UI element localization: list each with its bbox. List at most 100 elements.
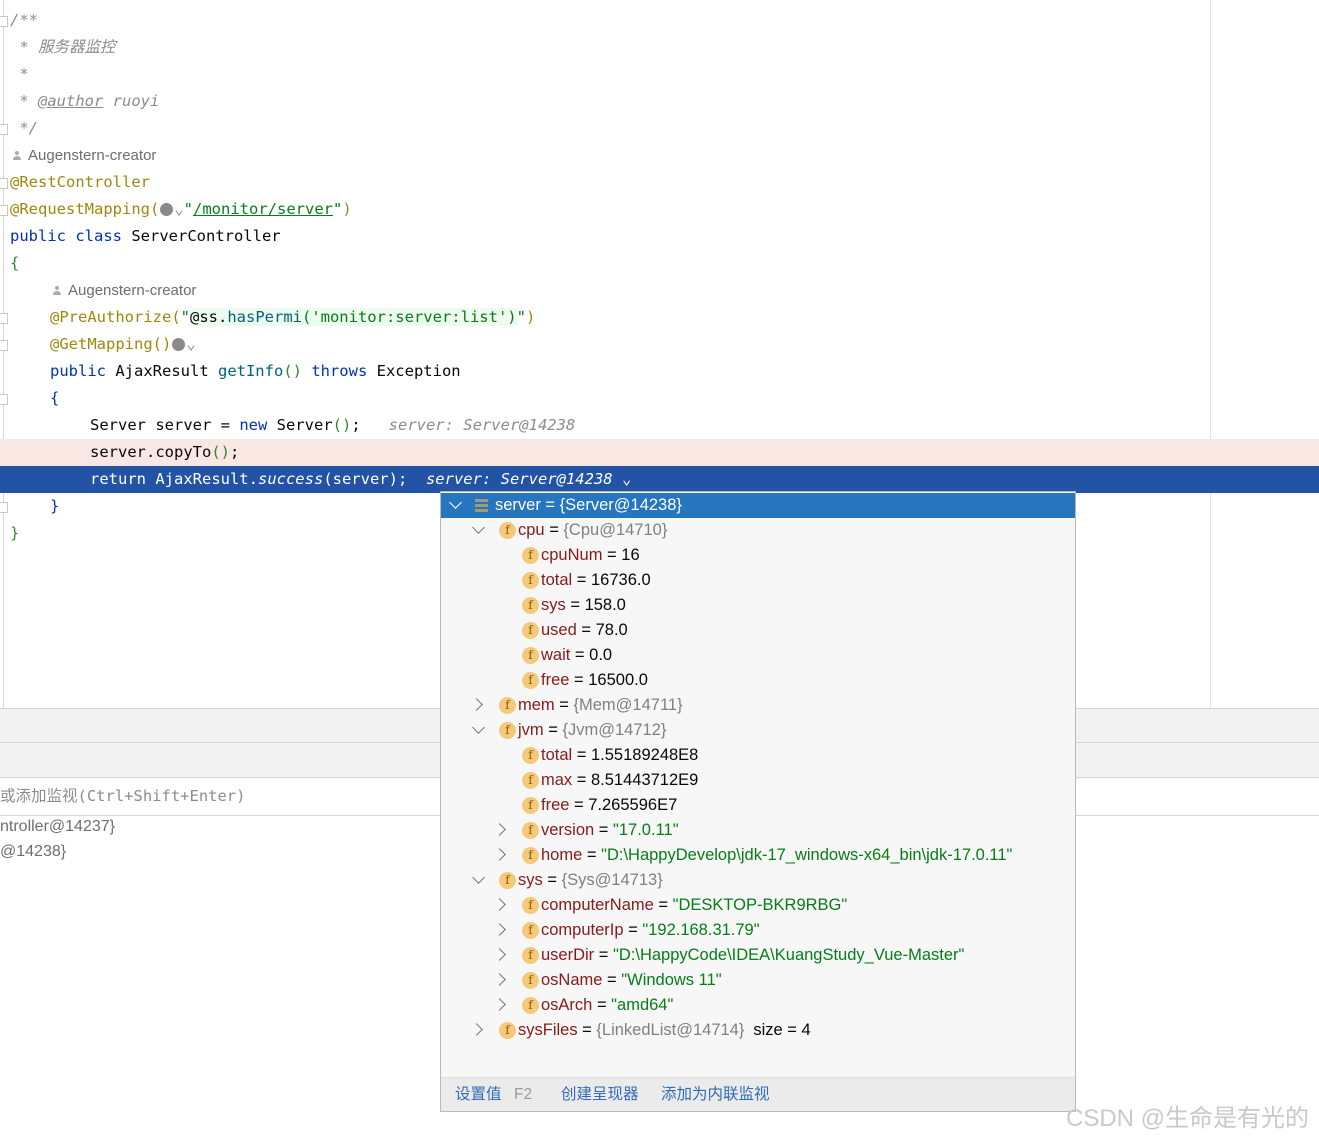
tree-node-server[interactable]: server = {Server@14238} bbox=[441, 493, 1075, 518]
fold-marker-icon[interactable] bbox=[0, 502, 8, 513]
fold-marker-icon[interactable] bbox=[0, 178, 8, 189]
code-line[interactable]: @PreAuthorize("@ss.hasPermi('monitor:ser… bbox=[0, 304, 1319, 331]
code-token: ruoyi bbox=[103, 92, 160, 110]
tree-node-sys[interactable]: f sys = {Sys@14713} bbox=[441, 868, 1075, 893]
tree-node-used[interactable]: f used = 78.0 bbox=[441, 618, 1075, 643]
chevron-down-icon[interactable] bbox=[472, 521, 485, 534]
code-line[interactable]: { bbox=[0, 250, 1319, 277]
chevron-down-icon[interactable]: ⌄ bbox=[174, 200, 183, 218]
chevron-right-icon[interactable] bbox=[493, 823, 506, 836]
chevron-right-icon[interactable] bbox=[493, 898, 506, 911]
variable-row[interactable]: @14238} bbox=[0, 843, 66, 861]
tree-node-sysFiles[interactable]: f sysFiles = {LinkedList@14714} size = 4 bbox=[441, 1018, 1075, 1043]
code-token: " bbox=[332, 200, 343, 218]
code-line[interactable]: */ bbox=[0, 115, 1319, 142]
inline-debug-value: server: Server@14238 bbox=[407, 470, 613, 488]
tree-node-userDir[interactable]: f userDir = "D:\HappyCode\IDEA\KuangStudy… bbox=[441, 943, 1075, 968]
field-icon: f bbox=[522, 847, 539, 864]
fold-marker-icon[interactable] bbox=[0, 16, 8, 27]
code-token: Server bbox=[276, 416, 333, 434]
author-name: Augenstern-creator bbox=[68, 282, 197, 299]
chevron-down-icon[interactable]: ⌄ bbox=[186, 335, 195, 353]
field-icon: f bbox=[522, 822, 539, 839]
code-token: " bbox=[180, 308, 190, 326]
fold-marker-icon[interactable] bbox=[0, 124, 8, 135]
tree-node-computerIp[interactable]: f computerIp = "192.168.31.79" bbox=[441, 918, 1075, 943]
add-inline-watch-link[interactable]: 添加为内联监视 bbox=[661, 1078, 770, 1111]
code-line-current-execution[interactable]: return AjaxResult.success(server); serve… bbox=[0, 466, 1319, 493]
code-line[interactable]: * 服务器监控 bbox=[0, 34, 1319, 61]
field-value: 16500.0 bbox=[588, 671, 648, 689]
chevron-right-icon[interactable] bbox=[493, 923, 506, 936]
fold-marker-icon[interactable] bbox=[0, 340, 8, 351]
code-line[interactable]: * bbox=[0, 61, 1319, 88]
field-name: cpuNum bbox=[541, 546, 603, 564]
tree-node-computerName[interactable]: f computerName = "DESKTOP-BKR9RBG" bbox=[441, 893, 1075, 918]
code-line[interactable]: Server server = new Server(); server: Se… bbox=[0, 412, 1319, 439]
code-line-breakpoint[interactable]: server.copyTo(); bbox=[0, 439, 1319, 466]
chevron-right-icon[interactable] bbox=[493, 848, 506, 861]
field-name: osName bbox=[541, 971, 603, 989]
fold-marker-icon[interactable] bbox=[0, 394, 8, 405]
tree-node-osArch[interactable]: f osArch = "amd64" bbox=[441, 993, 1075, 1018]
code-line[interactable]: public class ServerController bbox=[0, 223, 1319, 250]
code-token: return AjaxResult. bbox=[90, 470, 258, 488]
code-token: } bbox=[10, 524, 20, 542]
code-line[interactable]: @GetMapping() ⌄ bbox=[0, 331, 1319, 358]
create-renderer-link[interactable]: 创建呈现器 bbox=[561, 1078, 639, 1111]
tree-node-max[interactable]: f max = 8.51443712E9 bbox=[441, 768, 1075, 793]
code-line[interactable]: * @author ruoyi bbox=[0, 88, 1319, 115]
globe-icon[interactable] bbox=[160, 203, 174, 216]
person-icon bbox=[52, 286, 62, 296]
chevron-down-icon[interactable] bbox=[449, 496, 462, 509]
field-icon: f bbox=[499, 1022, 516, 1039]
tree-node-free[interactable]: f free = 16500.0 bbox=[441, 668, 1075, 693]
chevron-right-icon[interactable] bbox=[493, 998, 506, 1011]
field-name: free bbox=[541, 796, 570, 814]
code-line[interactable]: @RequestMapping(⌄"/monitor/server") bbox=[0, 196, 1319, 223]
chevron-right-icon[interactable] bbox=[470, 1023, 483, 1036]
tree-node-cpu[interactable]: f cpu = {Cpu@14710} bbox=[441, 518, 1075, 543]
tree-node-version[interactable]: f version = "17.0.11" bbox=[441, 818, 1075, 843]
tree-node-total[interactable]: f total = 16736.0 bbox=[441, 568, 1075, 593]
field-icon: f bbox=[499, 697, 516, 714]
field-value: 16 bbox=[621, 546, 640, 564]
code-line[interactable]: public AjaxResult getInfo() throws Excep… bbox=[0, 358, 1319, 385]
fold-marker-icon[interactable] bbox=[0, 205, 8, 216]
tree-node-osName[interactable]: f osName = "Windows 11" bbox=[441, 968, 1075, 993]
field-value: 8.51443712E9 bbox=[590, 771, 699, 789]
tree-node-home[interactable]: f home = "D:\HappyDevelop\jdk-17_windows-… bbox=[441, 843, 1075, 868]
field-name: cpu bbox=[518, 521, 545, 539]
globe-icon[interactable] bbox=[172, 338, 186, 351]
code-token: Exception bbox=[376, 362, 461, 380]
code-line[interactable]: /** bbox=[0, 7, 1319, 34]
field-name: sys bbox=[541, 596, 566, 614]
tree-node-wait[interactable]: f wait = 0.0 bbox=[441, 643, 1075, 668]
chevron-right-icon[interactable] bbox=[470, 698, 483, 711]
tree-node-jvm[interactable]: f jvm = {Jvm@14712} bbox=[441, 718, 1075, 743]
field-name: osArch bbox=[541, 996, 593, 1014]
fold-marker-icon[interactable] bbox=[0, 313, 8, 324]
tree-node-total[interactable]: f total = 1.55189248E8 bbox=[441, 743, 1075, 768]
code-line[interactable]: { bbox=[0, 385, 1319, 412]
code-token: " bbox=[183, 200, 193, 218]
chevron-down-icon[interactable] bbox=[472, 871, 485, 884]
field-value: 0.0 bbox=[589, 646, 613, 664]
variable-row[interactable]: ntroller@14237} bbox=[0, 818, 115, 836]
tree-node-cpuNum[interactable]: f cpuNum = 16 bbox=[441, 543, 1075, 568]
inline-debug-value: server: Server@14238 bbox=[360, 416, 576, 434]
code-author-hint[interactable]: Augenstern-creator bbox=[52, 277, 196, 304]
code-token: ) bbox=[342, 200, 352, 218]
tree-node-free[interactable]: f free = 7.265596E7 bbox=[441, 793, 1075, 818]
chevron-right-icon[interactable] bbox=[493, 973, 506, 986]
code-token: @RestController bbox=[10, 173, 150, 191]
debug-value-popup[interactable]: server = {Server@14238} f cpu = {Cpu@14710… bbox=[440, 491, 1076, 1112]
chevron-down-icon[interactable] bbox=[472, 721, 485, 734]
code-author-hint[interactable]: Augenstern-creator bbox=[12, 142, 156, 169]
code-line[interactable]: @RestController bbox=[0, 169, 1319, 196]
tree-node-sys[interactable]: f sys = 158.0 bbox=[441, 593, 1075, 618]
tree-node-mem[interactable]: f mem = {Mem@14711} bbox=[441, 693, 1075, 718]
chevron-right-icon[interactable] bbox=[493, 948, 506, 961]
field-value: "Windows 11" bbox=[621, 971, 722, 989]
set-value-link[interactable]: 设置值 bbox=[455, 1078, 502, 1111]
